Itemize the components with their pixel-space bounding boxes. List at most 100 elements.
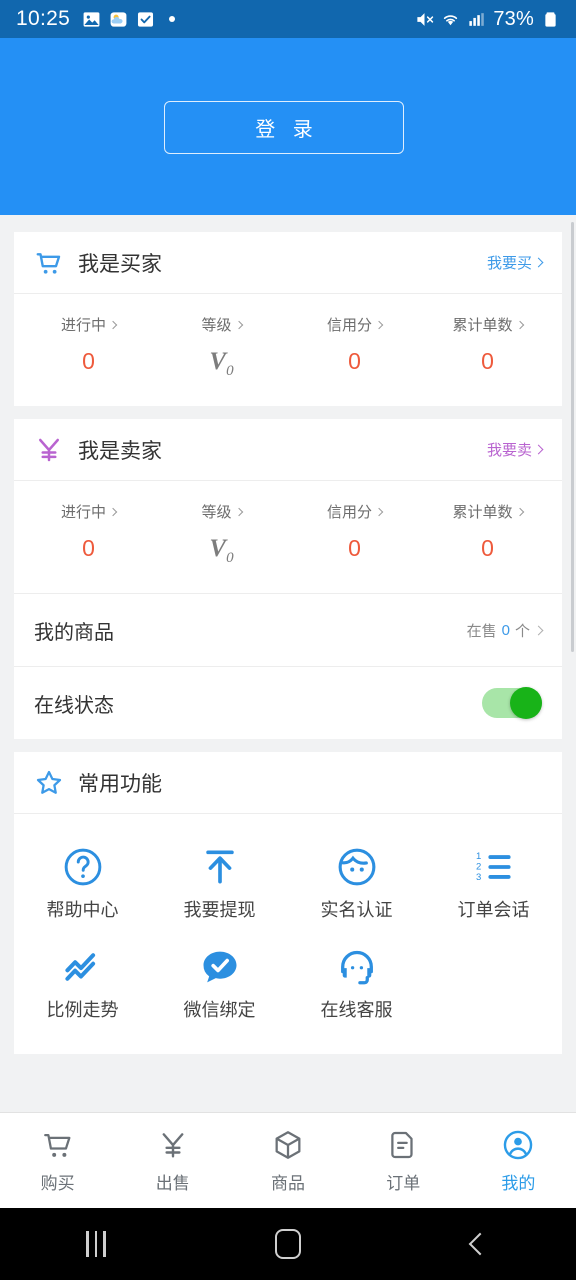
chevron-right-icon	[515, 507, 524, 516]
function-label: 我要提现	[183, 900, 256, 920]
function-label: 比例走势	[46, 1000, 119, 1020]
tab-label: 购买	[40, 1173, 75, 1193]
yen-icon	[39, 438, 59, 461]
svg-text:1: 1	[476, 851, 481, 862]
seller-stat-label: 累计单数	[452, 504, 513, 521]
buyer-card-title: 我是买家	[78, 252, 162, 276]
online-status-toggle[interactable]	[482, 687, 542, 719]
buyer-stat-in-progress[interactable]: 进行中 0	[22, 314, 155, 380]
back-icon	[468, 1232, 492, 1256]
bottom-tab-bar: 购买 出售 商品 订单 我的	[0, 1112, 576, 1208]
wifi-icon	[444, 14, 458, 25]
order-doc-icon	[391, 1131, 413, 1158]
user-circle-icon	[504, 1130, 533, 1159]
tab-orders[interactable]: 订单	[346, 1113, 461, 1208]
buyer-stat-label: 信用分	[326, 317, 372, 334]
function-label: 在线客服	[320, 1000, 393, 1020]
image-icon	[83, 11, 100, 27]
status-bar: 10:25 73%	[0, 0, 576, 38]
buyer-level-number: 0	[226, 363, 234, 379]
page-scroll-area[interactable]: 我是买家 我要买 进行中 0 等级 V0 信用分 0 累计单数 0 我是卖家 我…	[0, 215, 576, 1112]
page-scrollbar[interactable]	[571, 222, 574, 652]
chevron-right-icon	[533, 444, 544, 455]
tab-label: 出售	[155, 1173, 190, 1193]
yen-icon	[162, 1132, 184, 1158]
login-button[interactable]: 登 录	[164, 101, 404, 154]
home-icon	[275, 1229, 301, 1259]
toggle-knob	[510, 687, 542, 719]
chevron-right-icon	[234, 320, 243, 329]
tab-buy[interactable]: 购买	[0, 1113, 115, 1208]
buyer-stat-label: 进行中	[60, 317, 106, 334]
dot-icon	[169, 16, 176, 22]
recent-apps-icon	[86, 1231, 106, 1257]
tab-label: 订单	[386, 1173, 421, 1193]
function-label: 帮助中心	[46, 900, 119, 920]
home-button[interactable]	[192, 1208, 384, 1280]
tab-goods[interactable]: 商品	[230, 1113, 345, 1208]
seller-stat-in-progress[interactable]: 进行中 0	[22, 501, 155, 567]
common-functions-header: 常用功能	[14, 752, 562, 814]
trend-chart-icon	[14, 944, 151, 990]
chat-check-icon	[151, 944, 288, 990]
buyer-stat-value: 0	[348, 348, 361, 374]
battery-icon	[545, 11, 556, 27]
status-bar-left: 10:25	[16, 7, 176, 31]
weather-icon	[110, 11, 127, 27]
seller-stat-credit[interactable]: 信用分 0	[288, 501, 421, 567]
buyer-stat-value: 0	[481, 348, 494, 374]
shopping-cart-icon	[36, 252, 61, 274]
chevron-right-icon	[374, 320, 384, 329]
status-bar-clock: 10:25	[16, 7, 71, 30]
function-help-center[interactable]: 帮助中心	[14, 832, 151, 932]
online-status-label: 在线状态	[34, 694, 114, 717]
seller-card-header: 我是卖家 我要卖	[14, 419, 562, 481]
tab-sell[interactable]: 出售	[115, 1113, 230, 1208]
seller-stat-value: 0	[481, 535, 494, 561]
function-order-session[interactable]: 1 2 3 订单会话	[425, 832, 562, 932]
seller-stat-value: 0	[82, 535, 95, 561]
seller-stat-level[interactable]: 等级 V0	[155, 501, 288, 567]
box-icon	[275, 1130, 301, 1159]
withdraw-arrow-icon	[151, 844, 288, 890]
my-goods-prefix: 在售	[466, 622, 497, 640]
buyer-action-link[interactable]: 我要买	[486, 252, 544, 273]
function-withdraw[interactable]: 我要提现	[151, 832, 288, 932]
numbered-list-icon: 1 2 3	[425, 844, 562, 890]
my-goods-suffix: 个	[514, 622, 530, 640]
function-real-name-auth[interactable]: 实名认证	[288, 832, 425, 932]
tab-label: 商品	[271, 1173, 305, 1193]
android-navigation-bar	[0, 1208, 576, 1280]
function-online-support[interactable]: 在线客服	[288, 932, 425, 1032]
common-functions-card: 常用功能 帮助中心 我要提现 实名认证 1 2 3 订单会话 比例走势 微信绑定…	[14, 752, 562, 1054]
recent-apps-button[interactable]	[0, 1208, 192, 1280]
buyer-action-label: 我要买	[486, 255, 532, 272]
tab-mine[interactable]: 我的	[461, 1113, 576, 1208]
headset-support-icon	[288, 944, 425, 990]
star-icon	[36, 770, 62, 794]
back-button[interactable]	[384, 1208, 576, 1280]
seller-stat-value: 0	[348, 535, 361, 561]
chevron-right-icon	[108, 507, 118, 516]
profile-header: 登 录	[0, 38, 576, 215]
online-status-row[interactable]: 在线状态	[14, 666, 562, 739]
phone-screen: 10:25 73% 登 录 我是买家 我要买 进行中 0 等级 V0 信用分 0…	[0, 0, 576, 1280]
buyer-stat-level[interactable]: 等级 V0	[155, 314, 288, 380]
seller-action-label: 我要卖	[486, 442, 532, 459]
buyer-stat-value: V0	[155, 348, 288, 380]
seller-action-link[interactable]: 我要卖	[486, 439, 544, 460]
my-goods-row[interactable]: 我的商品 在售 0 个	[14, 593, 562, 666]
function-label: 微信绑定	[183, 1000, 256, 1020]
buyer-stat-total-orders[interactable]: 累计单数 0	[421, 314, 554, 380]
function-label: 实名认证	[320, 900, 393, 920]
function-ratio-trend[interactable]: 比例走势	[14, 932, 151, 1032]
function-wechat-bind[interactable]: 微信绑定	[151, 932, 288, 1032]
seller-stats: 进行中 0 等级 V0 信用分 0 累计单数 0	[14, 481, 562, 593]
seller-stat-total-orders[interactable]: 累计单数 0	[421, 501, 554, 567]
seller-stat-label: 进行中	[60, 504, 106, 521]
chevron-right-icon	[515, 320, 524, 329]
cart-icon	[43, 1133, 71, 1157]
my-goods-count: 0	[501, 621, 510, 639]
buyer-stat-credit[interactable]: 信用分 0	[288, 314, 421, 380]
buyer-stat-label: 累计单数	[452, 317, 513, 334]
